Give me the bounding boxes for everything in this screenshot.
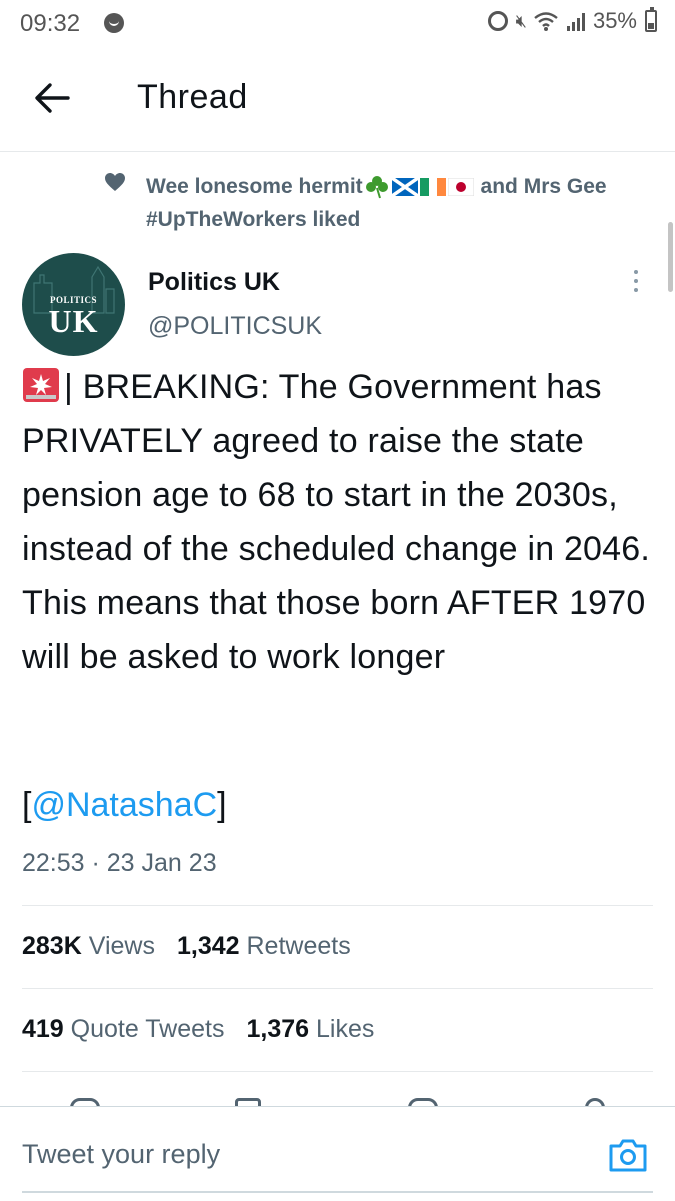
retweet-icon[interactable] xyxy=(235,1098,261,1106)
shamrock-icon xyxy=(365,176,388,199)
tweet-text: | BREAKING: The Government has PRIVATELY… xyxy=(22,360,662,684)
social-context-text[interactable]: Wee lonesome hermit and Mrs Gee #UpTheWor… xyxy=(146,170,666,236)
signal-icon xyxy=(566,11,585,31)
social-conjunction: and xyxy=(474,175,524,198)
japan-flag-icon xyxy=(447,178,474,197)
reply-input[interactable]: Tweet your reply xyxy=(22,1139,220,1170)
reply-underline xyxy=(22,1191,653,1193)
alarm-icon xyxy=(487,11,508,31)
avatar[interactable]: POLITICS UK xyxy=(22,253,125,356)
share-icon[interactable] xyxy=(585,1098,605,1106)
mention-link[interactable]: @NatashaC xyxy=(31,786,217,824)
author-handle[interactable]: @POLITICSUK xyxy=(148,312,322,341)
liker-name-2[interactable]: Mrs Gee xyxy=(524,175,607,198)
arrow-left-icon[interactable] xyxy=(30,78,74,118)
likes-label: Likes xyxy=(315,1015,375,1043)
views-stat[interactable]: 283K Views xyxy=(22,932,155,960)
views-count: 283K xyxy=(22,932,82,960)
more-options-icon[interactable] xyxy=(628,270,644,300)
scrollbar[interactable] xyxy=(668,222,673,292)
author-name[interactable]: Politics UK xyxy=(148,268,280,297)
divider xyxy=(22,1071,653,1072)
wifi-icon xyxy=(534,12,558,31)
status-time: 09:32 xyxy=(20,10,81,37)
tweet-text-content: | BREAKING: The Government has PRIVATELY… xyxy=(22,368,651,676)
stats-row-1: 283K Views 1,342 Retweets xyxy=(22,932,351,961)
likes-count: 1,376 xyxy=(246,1015,310,1043)
retweets-count: 1,342 xyxy=(176,932,240,960)
tweet-mention: [@NatashaC] xyxy=(22,786,227,825)
social-action: liked xyxy=(306,208,361,231)
mention-bracket-close: ] xyxy=(217,786,227,824)
heart-icon xyxy=(105,173,125,191)
likes-stat[interactable]: 1,376 Likes xyxy=(246,1015,374,1043)
divider xyxy=(22,988,653,989)
tweet-timestamp[interactable]: 22:53 · 23 Jan 23 xyxy=(22,849,217,878)
like-icon[interactable] xyxy=(408,1098,438,1106)
quotes-label: Quote Tweets xyxy=(70,1015,225,1043)
notification-icon xyxy=(104,13,124,33)
mute-icon: 🔇︎ xyxy=(515,10,527,31)
top-app-bar: Thread xyxy=(0,48,675,152)
quote-tweets-stat[interactable]: 419 Quote Tweets xyxy=(22,1015,224,1043)
quotes-count: 419 xyxy=(22,1015,64,1043)
reply-icon[interactable] xyxy=(70,1098,100,1106)
action-bar xyxy=(0,1092,675,1106)
battery-icon xyxy=(645,7,657,32)
liker-name-2-tag[interactable]: #UpTheWorkers xyxy=(146,208,307,231)
liker-name-1[interactable]: Wee lonesome hermit xyxy=(146,175,363,198)
status-bar: 09:32 🔇︎ 35% xyxy=(0,0,675,48)
status-icons: 🔇︎ 35% xyxy=(487,7,657,34)
scotland-flag-icon xyxy=(391,178,418,197)
battery-percent: 35% xyxy=(592,8,637,33)
ireland-flag-icon xyxy=(419,178,446,197)
rotating-light-icon xyxy=(23,368,59,402)
views-label: Views xyxy=(88,932,155,960)
retweets-label: Retweets xyxy=(246,932,351,960)
stats-row-2: 419 Quote Tweets 1,376 Likes xyxy=(22,1015,374,1044)
page-title: Thread xyxy=(137,78,248,116)
retweets-stat[interactable]: 1,342 Retweets xyxy=(177,932,351,960)
camera-icon[interactable] xyxy=(608,1137,648,1173)
divider xyxy=(22,905,653,906)
reply-bar: Tweet your reply xyxy=(0,1106,675,1201)
avatar-big-text: UK xyxy=(48,303,99,339)
